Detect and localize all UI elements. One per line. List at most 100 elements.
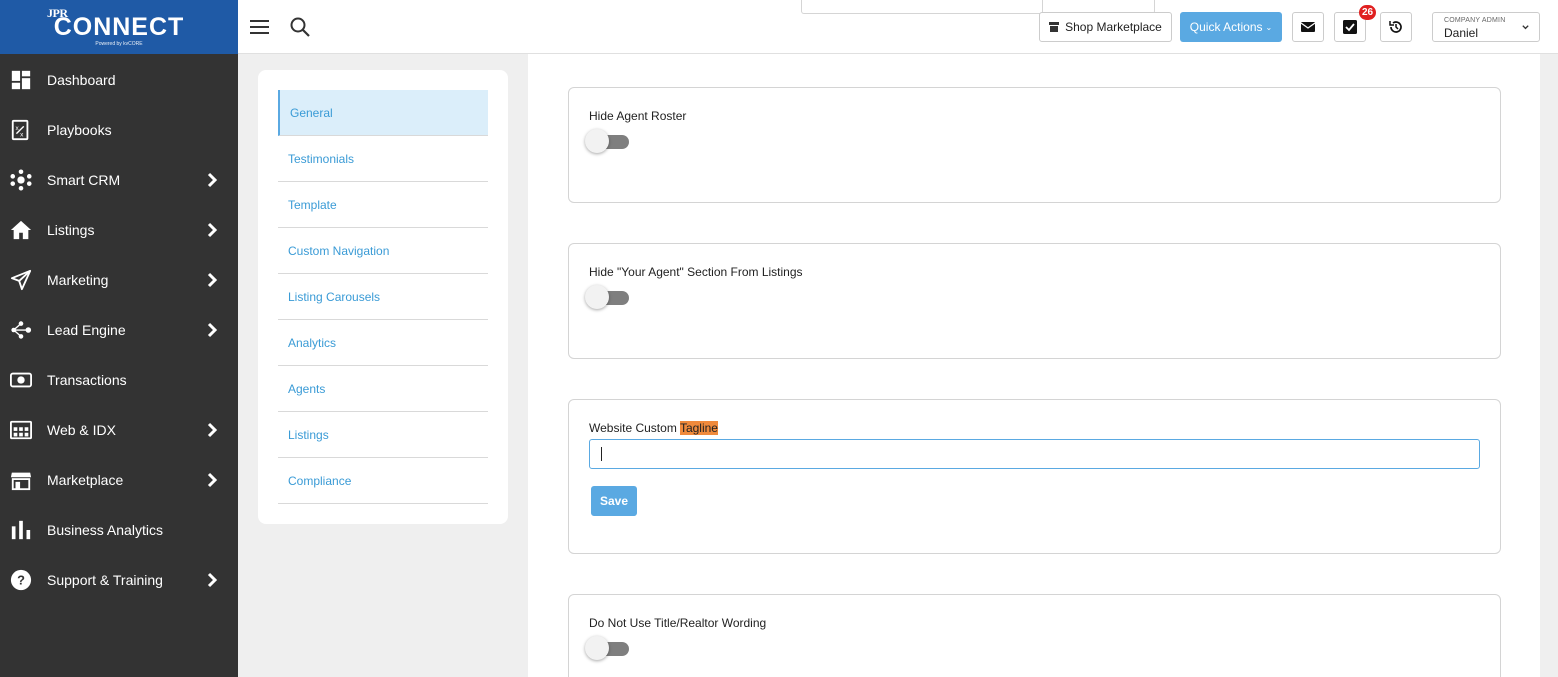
chevron-down-icon: ⌄ <box>1265 22 1273 32</box>
svg-text:x: x <box>20 131 24 138</box>
sidebar-item-label: Smart CRM <box>47 172 121 188</box>
sidebar-item-marketing[interactable]: Marketing <box>0 255 238 305</box>
paper-plane-icon <box>10 269 32 291</box>
user-role: COMPANY ADMIN <box>1444 17 1506 24</box>
setting-label: Hide "Your Agent" Section From Listings <box>589 265 803 279</box>
store-icon <box>1049 22 1060 32</box>
crm-network-icon <box>10 169 32 191</box>
lead-engine-icon <box>10 319 32 341</box>
settings-menu-item-agents[interactable]: Agents <box>278 366 488 412</box>
chevron-right-icon <box>204 222 220 238</box>
sidebar-item-dashboard[interactable]: Dashboard <box>0 55 238 105</box>
sidebar-item-lead-engine[interactable]: Lead Engine <box>0 305 238 355</box>
custom-tagline-input[interactable] <box>589 439 1480 469</box>
help-circle-icon: ? <box>10 569 32 591</box>
chevron-right-icon <box>204 572 220 588</box>
chevron-down-icon <box>1522 25 1529 30</box>
chevron-right-icon <box>204 422 220 438</box>
scrollbar-track[interactable] <box>1540 54 1558 677</box>
user-menu[interactable]: COMPANY ADMIN Daniel <box>1432 12 1540 42</box>
sidebar-item-label: Marketplace <box>47 472 124 488</box>
setting-card-no-title-realtor: Do Not Use Title/Realtor Wording <box>568 594 1501 677</box>
setting-card-hide-your-agent: Hide "Your Agent" Section From Listings <box>568 243 1501 359</box>
toggle-knob <box>585 129 609 153</box>
settings-menu-label: Listings <box>288 427 329 442</box>
user-name: Daniel <box>1444 26 1479 40</box>
quick-actions-button[interactable]: Quick Actions ⌄ <box>1180 12 1282 42</box>
chevron-right-icon <box>204 172 220 188</box>
svg-text:?: ? <box>17 573 25 588</box>
sidebar-item-marketplace[interactable]: Marketplace <box>0 455 238 505</box>
sidebar-item-label: Marketing <box>47 272 109 288</box>
setting-label: Website Custom Tagline <box>589 421 718 435</box>
settings-menu-item-listings[interactable]: Listings <box>278 412 488 458</box>
settings-menu-label: Custom Navigation <box>288 243 390 258</box>
settings-menu-item-general[interactable]: General <box>278 90 488 136</box>
sidebar-item-support-training[interactable]: ? Support & Training <box>0 555 238 605</box>
text-cursor <box>601 447 602 461</box>
settings-menu-item-analytics[interactable]: Analytics <box>278 320 488 366</box>
brand-tagline: Powered by kvCORE <box>95 41 143 47</box>
sidebar-item-label: Web & IDX <box>47 422 116 438</box>
playbook-icon: xx <box>10 119 32 141</box>
transactions-icon <box>10 369 32 391</box>
dashboard-icon <box>10 69 32 91</box>
brand-small-logo: JPR <box>47 6 68 20</box>
sidebar-item-smart-crm[interactable]: Smart CRM <box>0 155 238 205</box>
settings-menu-item-testimonials[interactable]: Testimonials <box>278 136 488 182</box>
save-button[interactable]: Save <box>591 486 637 516</box>
web-idx-icon <box>10 419 32 441</box>
settings-menu-item-compliance[interactable]: Compliance <box>278 458 488 504</box>
sidebar-item-listings[interactable]: Listings <box>0 205 238 255</box>
toggle-knob <box>585 285 609 309</box>
bar-chart-icon <box>10 519 32 541</box>
setting-label-prefix: Website Custom <box>589 421 680 435</box>
hide-agent-roster-toggle[interactable] <box>585 128 631 154</box>
shop-marketplace-label: Shop Marketplace <box>1065 20 1162 34</box>
sidebar: JPR CONNECT Powered by kvCORE Dashboard … <box>0 0 238 677</box>
no-title-realtor-toggle[interactable] <box>585 635 631 661</box>
settings-menu: General Testimonials Template Custom Nav… <box>258 70 508 524</box>
sidebar-item-playbooks[interactable]: xx Playbooks <box>0 105 238 155</box>
sidebar-item-label: Support & Training <box>47 572 163 588</box>
sidebar-item-web-idx[interactable]: Web & IDX <box>0 405 238 455</box>
checkbox-icon <box>1343 20 1357 34</box>
hide-your-agent-toggle[interactable] <box>585 284 631 310</box>
sidebar-item-transactions[interactable]: Transactions <box>0 355 238 405</box>
history-button[interactable] <box>1380 12 1412 42</box>
quick-actions-label: Quick Actions <box>1189 20 1263 34</box>
storefront-icon <box>10 469 32 491</box>
settings-menu-label: Template <box>288 197 337 212</box>
sidebar-item-business-analytics[interactable]: Business Analytics <box>0 505 238 555</box>
sidebar-item-label: Playbooks <box>47 122 112 138</box>
sidebar-item-label: Dashboard <box>47 72 116 88</box>
setting-card-custom-tagline: Website Custom Tagline Save <box>568 399 1501 554</box>
home-icon <box>10 219 32 241</box>
chevron-right-icon <box>204 272 220 288</box>
sidebar-item-label: Lead Engine <box>47 322 126 338</box>
setting-label: Do Not Use Title/Realtor Wording <box>589 616 767 630</box>
settings-menu-item-listing-carousels[interactable]: Listing Carousels <box>278 274 488 320</box>
shop-marketplace-button[interactable]: Shop Marketplace <box>1039 12 1172 42</box>
brand-name: CONNECT <box>53 13 185 41</box>
hamburger-menu-icon[interactable] <box>250 17 270 37</box>
history-icon <box>1389 21 1402 33</box>
settings-menu-item-custom-navigation[interactable]: Custom Navigation <box>278 228 488 274</box>
setting-card-hide-agent-roster: Hide Agent Roster <box>568 87 1501 203</box>
settings-menu-item-template[interactable]: Template <box>278 182 488 228</box>
chevron-right-icon <box>204 472 220 488</box>
envelope-icon <box>1300 22 1316 32</box>
search-icon[interactable] <box>289 16 311 38</box>
tasks-count-badge: 26 <box>1359 5 1376 20</box>
sidebar-item-label: Transactions <box>47 372 127 388</box>
brand-logo[interactable]: JPR CONNECT Powered by kvCORE <box>0 0 238 54</box>
settings-menu-label: Compliance <box>288 473 352 488</box>
settings-menu-label: General <box>290 105 333 120</box>
search-highlight: Tagline <box>679 421 718 435</box>
chevron-right-icon <box>204 322 220 338</box>
settings-menu-label: Agents <box>288 381 326 396</box>
messages-button[interactable] <box>1292 12 1324 42</box>
top-bar: Shop Marketplace Quick Actions ⌄ 26 COMP… <box>238 0 1558 54</box>
sidebar-item-label: Listings <box>47 222 95 238</box>
settings-menu-label: Listing Carousels <box>288 289 381 304</box>
